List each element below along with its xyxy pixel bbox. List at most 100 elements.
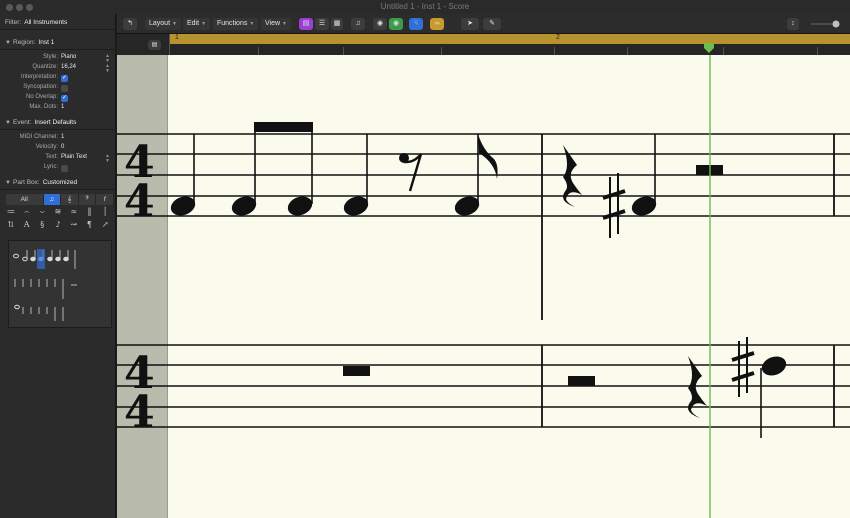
note-palette[interactable]: [8, 240, 112, 328]
partbox-row-2: ⇅ A § ♪ ↝ ¶ ↗: [3, 219, 113, 231]
linear-view-icon[interactable]: ☰: [315, 18, 329, 30]
half-rest[interactable]: [568, 376, 595, 386]
partbox-section-header[interactable]: ▼ Part Box: Customized: [0, 176, 116, 190]
barline-icon[interactable]: │: [97, 206, 113, 218]
filter-row[interactable]: Filter: All Instruments: [0, 16, 116, 30]
treble-clef-filter-icon[interactable]: 𝄞: [61, 194, 79, 205]
wrapped-view-icon[interactable]: ▦: [331, 18, 343, 30]
playhead-marker-icon[interactable]: [703, 43, 715, 55]
chevron-down-icon[interactable]: ▼: [5, 120, 13, 126]
pencil-tool-icon[interactable]: ✎: [483, 18, 501, 30]
syncopation-checkbox[interactable]: [61, 85, 68, 92]
eighth-note-beamed[interactable]: [230, 122, 314, 218]
partbox-label: Part Box:: [13, 179, 40, 186]
max-dots-value[interactable]: 1: [61, 104, 64, 110]
midi-channel-param[interactable]: MIDI Channel: 1: [0, 134, 116, 144]
layout-menu-label: Layout: [149, 20, 171, 27]
text-value[interactable]: Plain Text: [61, 154, 87, 160]
midi-channel-value[interactable]: 1: [61, 134, 64, 140]
expand-icon[interactable]: ↗: [97, 219, 113, 231]
sharp-sign[interactable]: [602, 173, 626, 238]
tuner-icon[interactable]: ☟: [409, 18, 423, 30]
chevron-down-icon: ▼: [201, 21, 207, 27]
style-value[interactable]: Piano: [61, 54, 76, 60]
edit-menu[interactable]: Edit ▼: [183, 18, 211, 30]
functions-menu[interactable]: Functions ▼: [213, 18, 259, 30]
quarter-note[interactable]: [342, 134, 370, 218]
region-icon[interactable]: ▤: [148, 40, 161, 50]
time-sig-bottom-2: 4: [124, 387, 155, 438]
link-icon[interactable]: ∞: [430, 18, 444, 30]
region-section-header[interactable]: ▼ Region: Inst 1: [0, 36, 116, 50]
event-value[interactable]: Insert Defaults: [34, 119, 76, 126]
bass-clef-filter-icon[interactable]: 𝄢: [78, 194, 97, 205]
no-overlap-checkbox[interactable]: ✓: [61, 95, 68, 102]
view-menu-label: View: [265, 20, 281, 27]
half-rest[interactable]: [343, 366, 370, 376]
trill-icon[interactable]: ≋: [50, 206, 66, 218]
score-notation: 4 4 4 4: [117, 55, 850, 518]
dynamics-filter-icon[interactable]: f: [96, 194, 114, 205]
region-label: Region:: [13, 39, 36, 46]
velocity-param[interactable]: Velocity: 0: [0, 144, 116, 154]
page-view-icon[interactable]: ▤: [299, 18, 313, 30]
eighth-rest[interactable]: [399, 153, 423, 192]
layout-menu[interactable]: Layout ▼: [145, 18, 181, 30]
quarter-note-sharp[interactable]: [630, 134, 658, 218]
repeat-icon[interactable]: ‖: [82, 206, 98, 218]
eighth-note[interactable]: [453, 134, 498, 218]
interpretation-checkbox[interactable]: ✓: [61, 75, 68, 82]
lyric-checkbox[interactable]: [61, 165, 68, 172]
zoom-slider[interactable]: [807, 18, 843, 30]
max-dots-param[interactable]: Max. Dots: 1: [0, 104, 116, 114]
midi-channel-label: MIDI Channel:: [19, 134, 58, 140]
velocity-value[interactable]: 0: [61, 144, 64, 150]
event-section-header[interactable]: ▼ Event: Insert Defaults: [0, 116, 116, 130]
edit-menu-label: Edit: [187, 20, 200, 27]
time-sig-bottom-1: 4: [124, 176, 155, 227]
chevron-down-icon: ▼: [249, 21, 255, 27]
text-param[interactable]: Text: Plain Text ▲ ▼: [0, 154, 116, 164]
quarter-note-sharp[interactable]: [760, 354, 788, 438]
fermata-icon[interactable]: ⌢: [19, 206, 35, 218]
interpretation-param: Interpretation: ✓: [0, 74, 116, 84]
pilcrow-icon[interactable]: ¶: [82, 219, 98, 231]
bar-ruler[interactable]: 1 2 ▤: [117, 34, 850, 55]
score-area[interactable]: 4 4 4 4: [117, 55, 850, 518]
ruler-tick: [723, 47, 724, 55]
tie-icon[interactable]: ↝: [66, 219, 82, 231]
text-icon[interactable]: A: [19, 219, 35, 231]
grace-note-icon[interactable]: ♪: [50, 219, 66, 231]
window-title: Untitled 1 - Inst 1 - Score: [380, 2, 470, 11]
style-label: Style:: [42, 54, 58, 60]
quantize-param[interactable]: Quantize: 16,24 ▲ ▼: [0, 64, 116, 74]
slur-icon[interactable]: ⌣: [34, 206, 50, 218]
filter-value[interactable]: All Instruments: [24, 19, 67, 26]
stepper-icon[interactable]: ▲ ▼: [105, 154, 110, 164]
style-param[interactable]: Style: Piano ▲ ▼: [0, 54, 116, 64]
partbox-value[interactable]: Customized: [43, 179, 77, 186]
note-palette-glyphs: [13, 249, 77, 321]
notes-filter-icon[interactable]: ♫: [43, 194, 62, 205]
pointer-tool-icon[interactable]: ➤: [461, 18, 479, 30]
chevron-down-icon[interactable]: ▼: [5, 180, 13, 186]
view-menu[interactable]: View ▼: [261, 18, 291, 30]
quantize-value[interactable]: 16,24: [61, 64, 76, 70]
partbox-filter-all[interactable]: All: [6, 194, 44, 205]
region-strip[interactable]: 1 2: [169, 34, 850, 44]
segno-icon[interactable]: §: [34, 219, 50, 231]
crescendo-icon[interactable]: ≔: [3, 206, 19, 218]
midi-out-icon[interactable]: ◉: [373, 18, 387, 30]
region-value[interactable]: Inst 1: [38, 39, 54, 46]
quarter-note[interactable]: [169, 134, 197, 218]
arpeggio-icon[interactable]: ⇅: [3, 219, 19, 231]
ornament-icon[interactable]: ≈: [66, 206, 82, 218]
stepper-icon[interactable]: ▲ ▼: [105, 64, 110, 74]
catch-playhead-icon[interactable]: ↰: [123, 18, 137, 30]
quantize-label: Quantize:: [32, 64, 58, 70]
chevron-down-icon[interactable]: ▼: [5, 40, 13, 46]
sharp-sign[interactable]: [731, 337, 755, 397]
step-input-icon[interactable]: ◉: [389, 18, 403, 30]
zoom-vertical-icon[interactable]: ↕: [787, 18, 799, 30]
midi-in-icon[interactable]: ♫: [351, 18, 365, 30]
